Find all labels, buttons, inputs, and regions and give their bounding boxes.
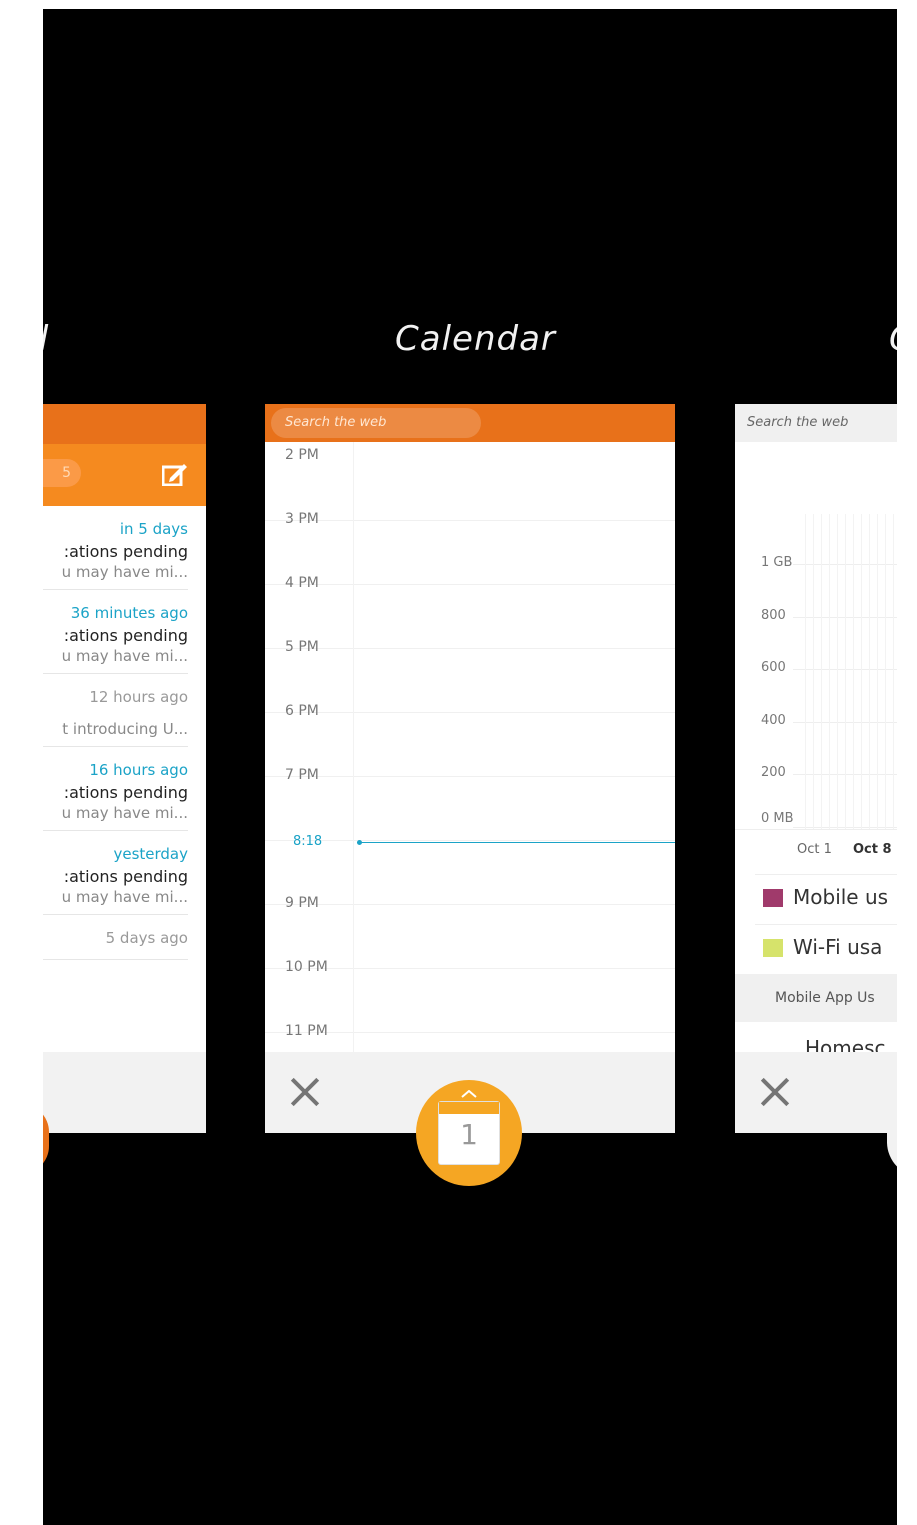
grid-divider — [353, 442, 354, 1052]
gridline-vertical — [829, 514, 830, 829]
legend-mobile[interactable]: Mobile us — [755, 874, 897, 923]
current-time-line — [357, 842, 675, 843]
hour-label: 5 PM — [285, 639, 319, 655]
gridline-vertical — [877, 514, 878, 829]
day-grid: 2 PM 3 PM 4 PM 5 PM 6 PM 7 PM 9 PM 10 PM 11 PM — [265, 442, 675, 1052]
hour-row[interactable]: 6 PM — [265, 703, 675, 777]
message-preview: u may have mi... — [61, 804, 188, 822]
close-icon[interactable] — [757, 1074, 793, 1110]
app-title-calendar: Calendar — [395, 319, 556, 359]
app-card-calendar[interactable]: Search the web 2 PM 3 PM 4 PM 5 PM 6 PM 7 PM 9… — [265, 404, 675, 1133]
unread-badge: 5 — [43, 459, 81, 487]
gridline-vertical — [853, 514, 854, 829]
gridline-vertical — [845, 514, 846, 829]
message-preview: u may have mi... — [61, 563, 188, 581]
hour-row[interactable]: 2 PM — [265, 447, 675, 521]
calendar-icon-day: 1 — [460, 1118, 478, 1151]
message-time: 5 days ago — [105, 929, 188, 947]
list-item[interactable]: in 5 days :ations pending u may have mi... — [43, 506, 188, 590]
search-input[interactable]: Search the web — [271, 408, 481, 438]
compose-icon[interactable] — [162, 462, 188, 486]
mail-header: 5 — [43, 444, 206, 506]
hour-label: 9 PM — [285, 895, 319, 911]
app-icon-calendar[interactable]: 1 — [416, 1080, 522, 1186]
legend-wifi[interactable]: Wi-Fi usa — [755, 924, 897, 973]
gridline-vertical — [837, 514, 838, 829]
legend-swatch-mobile — [763, 889, 783, 907]
close-icon[interactable] — [287, 1074, 323, 1110]
app-title-left: l — [43, 319, 49, 359]
message-subject: :ations pending — [63, 783, 188, 802]
y-label: 400 — [761, 712, 786, 728]
list-item[interactable]: yesterday :ations pending u may have mi... — [43, 831, 188, 915]
hour-label: 11 PM — [285, 1023, 328, 1039]
legend-label: Mobile us — [793, 885, 889, 909]
search-bar[interactable] — [43, 404, 206, 444]
y-label: 800 — [761, 607, 786, 623]
list-item[interactable]: 12 hours ago t introducing U... — [43, 674, 188, 747]
hour-row[interactable]: 7 PM — [265, 767, 675, 841]
hour-row[interactable]: 3 PM — [265, 511, 675, 585]
gridline-vertical — [869, 514, 870, 829]
y-label: 0 MB — [761, 810, 794, 826]
list-item[interactable]: 5 days ago — [43, 915, 188, 960]
message-preview: u may have mi... — [61, 888, 188, 906]
legend-swatch-wifi — [763, 939, 783, 957]
gridline-vertical — [861, 514, 862, 829]
app-card-usage[interactable]: Search the web 1 GB 800 600 400 200 0 MB Oct … — [735, 404, 897, 1133]
task-switcher: l Calendar C 5 in 5 days :ations pending u… — [43, 9, 897, 1525]
search-bar: Search the web — [265, 404, 675, 442]
y-label: 1 GB — [761, 555, 793, 570]
legend-label: Wi-Fi usa — [793, 935, 883, 959]
x-axis: Oct 1 Oct 8 — [735, 829, 897, 875]
hour-row[interactable]: 4 PM — [265, 575, 675, 649]
x-label: Oct 8 — [853, 842, 892, 857]
y-label: 600 — [761, 660, 786, 675]
card-footer — [735, 1052, 897, 1133]
search-input[interactable]: Search the web — [747, 408, 848, 438]
message-time: 12 hours ago — [89, 688, 188, 706]
app-title-usage: C — [889, 319, 897, 359]
hour-label: 4 PM — [285, 575, 319, 591]
chevron-up-icon — [461, 1090, 477, 1098]
gridline-vertical — [805, 514, 806, 829]
y-label: 200 — [761, 765, 786, 780]
x-label: Oct 1 — [797, 842, 832, 857]
gridline-vertical — [885, 514, 886, 829]
list-item[interactable]: 16 hours ago :ations pending u may have mi… — [43, 747, 188, 831]
section-header: Mobile App Us — [735, 974, 897, 1022]
hour-label: 10 PM — [285, 959, 328, 975]
message-subject: :ations pending — [63, 626, 188, 645]
hour-label: 3 PM — [285, 511, 319, 527]
message-time: 16 hours ago — [89, 761, 188, 779]
hour-label: 6 PM — [285, 703, 319, 719]
hour-label: 7 PM — [285, 767, 319, 783]
search-bar: Search the web — [735, 404, 897, 442]
message-time: 36 minutes ago — [70, 604, 188, 622]
message-time: yesterday — [113, 845, 188, 863]
list-item[interactable]: 36 minutes ago :ations pending u may have … — [43, 590, 188, 674]
gridline-vertical — [893, 514, 894, 829]
message-preview: t introducing U... — [62, 720, 188, 738]
message-preview: u may have mi... — [61, 647, 188, 665]
hour-label: 2 PM — [285, 447, 319, 463]
gridline-vertical — [821, 514, 822, 829]
message-subject: :ations pending — [63, 867, 188, 886]
hour-row[interactable]: 11 PM — [265, 1023, 675, 1052]
message-subject: :ations pending — [63, 542, 188, 561]
gridline-vertical — [813, 514, 814, 829]
hour-row[interactable] — [265, 840, 675, 905]
hour-row[interactable]: 5 PM — [265, 639, 675, 713]
usage-chart: 1 GB 800 600 400 200 0 MB — [735, 504, 897, 829]
message-list: in 5 days :ations pending u may have mi...… — [43, 506, 206, 960]
card-footer — [43, 1052, 206, 1133]
current-time-label: 8:18 — [293, 834, 323, 849]
app-card-email[interactable]: 5 in 5 days :ations pending u may have mi.… — [43, 404, 206, 1133]
calendar-icon: 1 — [439, 1102, 499, 1164]
message-time: in 5 days — [119, 520, 188, 538]
